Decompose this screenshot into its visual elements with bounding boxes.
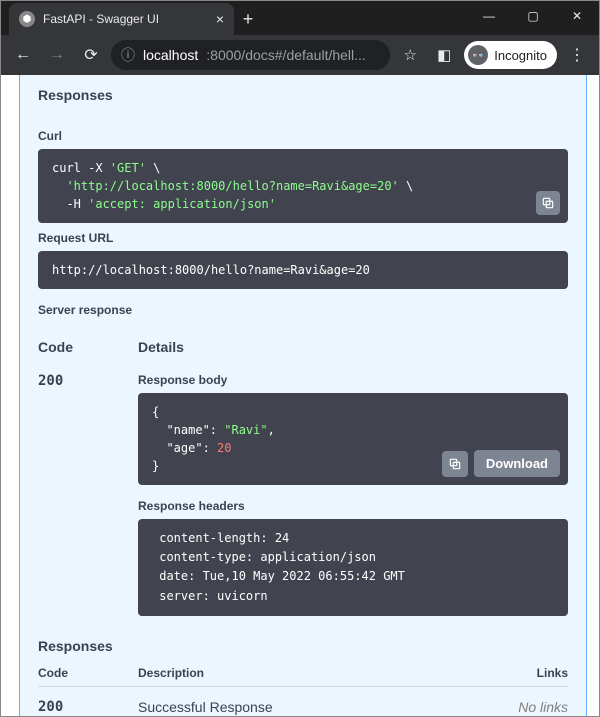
response-headers-label: Response headers	[138, 499, 568, 513]
address-bar: ← → ⟳ ⓘ localhost :8000/docs#/default/hel…	[1, 35, 599, 75]
request-url-box[interactable]: http://localhost:8000/hello?name=Ravi&ag…	[38, 251, 568, 289]
tab-title: FastAPI - Swagger UI	[43, 12, 208, 26]
browser-tab[interactable]: ⬢ FastAPI - Swagger UI ×	[9, 3, 234, 35]
kebab-menu-icon[interactable]: ⋮	[563, 41, 591, 69]
incognito-icon: 👓	[468, 45, 488, 65]
responses-heading: Responses	[38, 87, 568, 103]
reload-button[interactable]: ⟳	[77, 41, 105, 69]
doc-links-header: Links	[488, 666, 568, 680]
details-column-header: Details	[138, 339, 568, 355]
code-column-header: Code	[38, 339, 108, 355]
maximize-button[interactable]: ▢	[511, 1, 555, 31]
close-tab-icon[interactable]: ×	[216, 11, 224, 27]
response-body-block: { "name": "Ravi", "age": 20 } Download	[138, 393, 568, 485]
server-response-label: Server response	[38, 289, 568, 323]
operation-response-panel: Responses Curl curl -X 'GET' \ 'http://l…	[19, 75, 587, 716]
minimize-button[interactable]: —	[467, 1, 511, 31]
download-button[interactable]: Download	[474, 450, 560, 477]
documented-responses: Responses Code Description Links 200 Suc…	[38, 638, 568, 715]
url-input[interactable]: ⓘ localhost :8000/docs#/default/hell...	[111, 40, 390, 70]
site-info-icon[interactable]: ⓘ	[121, 45, 135, 65]
copy-curl-button[interactable]	[536, 191, 560, 215]
request-url-label: Request URL	[38, 223, 568, 251]
window-titlebar: ⬢ FastAPI - Swagger UI × + — ▢ ✕	[1, 1, 599, 35]
url-path: :8000/docs#/default/hell...	[206, 47, 366, 63]
close-window-button[interactable]: ✕	[555, 1, 599, 31]
bookmark-icon[interactable]: ☆	[396, 41, 424, 69]
copy-response-button[interactable]	[442, 451, 468, 477]
doc-description-header: Description	[138, 666, 488, 680]
doc-response-code: 200	[38, 699, 138, 715]
server-response-table: Code Details 200 Response body { "name":…	[38, 335, 568, 616]
incognito-label: Incognito	[494, 48, 547, 63]
doc-response-row: 200 Successful Response No links	[38, 686, 568, 715]
window-controls: — ▢ ✕	[467, 1, 599, 31]
new-tab-button[interactable]: +	[234, 5, 262, 33]
back-button[interactable]: ←	[9, 41, 37, 69]
page-viewport[interactable]: Responses Curl curl -X 'GET' \ 'http://l…	[1, 75, 599, 716]
response-status-code: 200	[38, 373, 108, 616]
response-body-label: Response body	[138, 373, 568, 387]
incognito-indicator[interactable]: 👓 Incognito	[464, 41, 557, 69]
doc-responses-heading: Responses	[38, 638, 568, 654]
response-row: 200 Response body { "name": "Ravi", "age…	[38, 363, 568, 616]
extensions-icon[interactable]: ◧	[430, 41, 458, 69]
doc-response-links: No links	[488, 699, 568, 715]
fastapi-favicon: ⬢	[19, 11, 35, 27]
curl-label: Curl	[38, 121, 568, 149]
response-headers[interactable]: content-length: 24 content-type: applica…	[138, 519, 568, 616]
curl-code[interactable]: curl -X 'GET' \ 'http://localhost:8000/h…	[38, 149, 568, 223]
doc-response-description: Successful Response	[138, 699, 488, 715]
curl-block: curl -X 'GET' \ 'http://localhost:8000/h…	[38, 149, 568, 223]
doc-code-header: Code	[38, 666, 138, 680]
forward-button[interactable]: →	[43, 41, 71, 69]
url-host: localhost	[143, 47, 198, 63]
